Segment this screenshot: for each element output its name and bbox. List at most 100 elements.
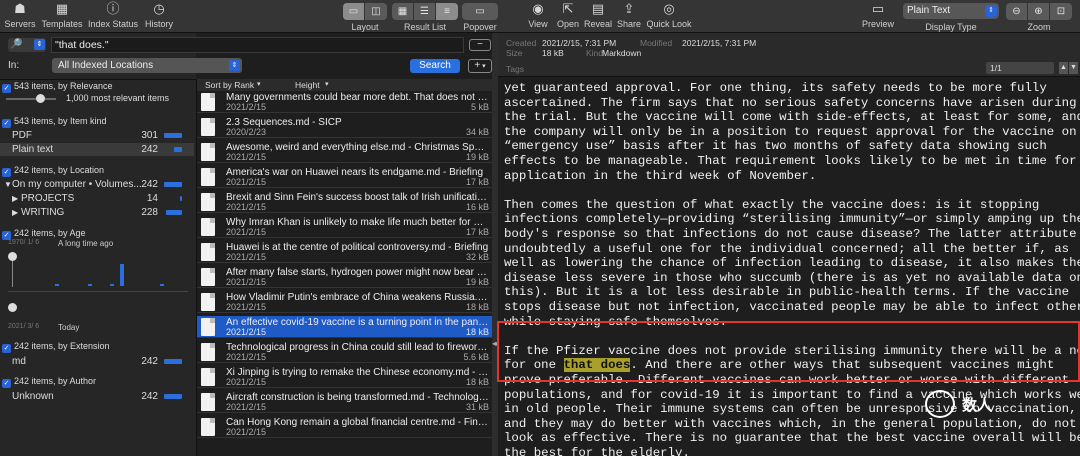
search-button[interactable]: Search bbox=[410, 59, 460, 73]
result-row[interactable]: Huawei is at the centre of political con… bbox=[197, 241, 493, 263]
result-row[interactable]: 2.3 Sequences.md - SICP 2020/2/23 34 kB bbox=[197, 116, 493, 138]
age-slider-bottom-knob[interactable] bbox=[8, 303, 17, 312]
disclosure-closed-icon[interactable]: ▶ bbox=[12, 192, 18, 205]
reveal-button[interactable]: ▤ Reveal bbox=[583, 1, 613, 29]
remove-criteria-button[interactable]: − bbox=[469, 39, 491, 51]
display-type-select[interactable]: Plain Text ⇕ bbox=[903, 3, 999, 19]
result-date: 2021/2/15 bbox=[226, 377, 267, 387]
preview-button[interactable]: ▭ Preview bbox=[860, 1, 896, 29]
zoom-fit-icon[interactable]: ⊡ bbox=[1050, 3, 1072, 20]
page-up-icon[interactable]: ▲ bbox=[1059, 62, 1068, 74]
result-row[interactable]: An effective covid-19 vaccine is a turni… bbox=[197, 316, 493, 338]
popover-button[interactable]: ▭ bbox=[462, 3, 498, 20]
templates-button[interactable]: ▦ Templates bbox=[40, 1, 84, 29]
slider-knob[interactable] bbox=[36, 94, 45, 103]
relevance-value: 1,000 most relevant items bbox=[66, 93, 170, 103]
index-status-button[interactable]: ⓘ Index Status bbox=[87, 1, 139, 29]
zoom-in-icon[interactable]: ⊕ bbox=[1028, 3, 1050, 20]
kind-row-pdf[interactable]: PDF 301 bbox=[0, 129, 194, 142]
facet-sidebar: 🔎 ⇕ "that does." − In: All Indexed Locat… bbox=[0, 33, 492, 456]
zoom-label: Zoom bbox=[1027, 22, 1051, 32]
view-button[interactable]: ◉ View bbox=[524, 1, 552, 29]
highlight-annotation-box bbox=[497, 321, 1080, 382]
result-row[interactable]: Technological progress in China could st… bbox=[197, 341, 493, 363]
result-list: Sort by Rank ▾ Height ▾ Many governments… bbox=[196, 79, 493, 456]
result-row[interactable]: Aircraft construction is being transform… bbox=[197, 391, 493, 413]
result-list-segmented[interactable]: ▦ ☰ ≡ bbox=[392, 3, 458, 20]
location-row-projects[interactable]: ▶ PROJECTS 14 bbox=[0, 192, 194, 205]
author-row-unknown[interactable]: Unknown 242 bbox=[0, 390, 194, 403]
list-view-icon[interactable]: ☰ bbox=[414, 3, 436, 20]
location-row-writing[interactable]: ▶ WRITING 228 bbox=[0, 206, 194, 219]
result-row[interactable]: Can Hong Kong remain a global financial … bbox=[197, 416, 493, 438]
rows-view-icon[interactable]: ≡ bbox=[436, 3, 458, 20]
result-row[interactable]: Brexit and Sinn Fein's success boost tal… bbox=[197, 191, 493, 213]
preview-icon: ▭ bbox=[871, 1, 885, 16]
age-range-line bbox=[12, 261, 13, 287]
height-column[interactable]: Height bbox=[295, 79, 320, 91]
result-row[interactable]: How Vladimir Putin's embrace of China we… bbox=[197, 291, 493, 313]
share-icon: ⇪ bbox=[623, 1, 635, 16]
age-slider-top-knob[interactable] bbox=[8, 252, 17, 261]
preview-line: disease less severe in those who succumb… bbox=[504, 270, 1080, 285]
checkbox-icon[interactable]: ✓ bbox=[2, 119, 11, 128]
document-preview[interactable]: yet guaranteed approval. For one thing, … bbox=[498, 77, 1080, 456]
chevron-down-icon: ▾ bbox=[257, 81, 261, 88]
disclosure-open-icon[interactable]: ▼ bbox=[4, 178, 12, 191]
toolbar: ☗ Servers ▦ Templates ⓘ Index Status ◷ Histo… bbox=[0, 0, 1080, 33]
checkbox-icon[interactable]: ✓ bbox=[2, 84, 11, 93]
document-icon bbox=[201, 268, 215, 286]
preview-line: and they may do better with vaccines whi… bbox=[504, 416, 1077, 431]
result-date: 2020/2/23 bbox=[226, 127, 267, 137]
checkbox-icon[interactable]: ✓ bbox=[2, 379, 11, 388]
count-bar bbox=[164, 394, 182, 399]
extension-facet-header[interactable]: ✓ 242 items, by Extension bbox=[2, 340, 194, 353]
open-button[interactable]: ⇱ Open bbox=[554, 1, 582, 29]
location-select[interactable]: All Indexed Locations ⇕ bbox=[52, 58, 242, 73]
created-value: 2021/2/15, 7:31 PM bbox=[542, 38, 617, 48]
zoom-out-icon[interactable]: ⊖ bbox=[1006, 3, 1028, 20]
display-type-label: Display Type bbox=[925, 22, 977, 32]
layout-single-icon[interactable]: ▭ bbox=[343, 3, 365, 20]
quick-look-button[interactable]: ◎ Quick Look bbox=[645, 1, 693, 29]
result-row[interactable]: Xi Jinping is trying to remake the Chine… bbox=[197, 366, 493, 388]
search-input[interactable]: "that does." bbox=[51, 37, 464, 53]
sort-by-rank-column[interactable]: Sort by Rank bbox=[205, 79, 254, 91]
add-criteria-button[interactable]: + ▾ bbox=[468, 59, 492, 73]
age-bottom-date: 2021/ 3/ 6 bbox=[8, 323, 40, 330]
age-bottom-label: Today bbox=[58, 323, 80, 332]
result-date: 2021/2/15 bbox=[226, 402, 267, 412]
document-icon bbox=[201, 118, 215, 136]
history-button[interactable]: ◷ History bbox=[142, 1, 176, 29]
result-row[interactable]: America's war on Huawei nears its endgam… bbox=[197, 166, 493, 188]
checkbox-icon[interactable]: ✓ bbox=[2, 344, 11, 353]
grid-view-icon[interactable]: ▦ bbox=[392, 3, 414, 20]
kind-facet-header[interactable]: ✓ 543 items, by Item kind bbox=[2, 115, 194, 128]
location-row-computer[interactable]: ▼ On my computer • Volumes... 242 bbox=[0, 178, 194, 191]
result-row[interactable]: After many false starts, hydrogen power … bbox=[197, 266, 493, 288]
popover-icon: ▭ bbox=[475, 6, 485, 17]
share-button[interactable]: ⇪ Share bbox=[615, 1, 643, 29]
relevance-slider[interactable] bbox=[6, 98, 56, 100]
location-facet-header[interactable]: ✓ 242 items, by Location bbox=[2, 164, 194, 177]
extension-row-md[interactable]: md 242 bbox=[0, 355, 194, 368]
layout-split-icon[interactable]: ◫ bbox=[365, 3, 387, 20]
zoom-segmented[interactable]: ⊖ ⊕ ⊡ bbox=[1006, 3, 1072, 20]
result-size: 19 kB bbox=[465, 152, 489, 162]
disclosure-closed-icon[interactable]: ▶ bbox=[12, 206, 18, 219]
checkbox-icon[interactable]: ✓ bbox=[2, 168, 11, 177]
result-list-header: Sort by Rank ▾ Height ▾ bbox=[197, 79, 493, 91]
preview-line: well as lowering the chance of infection… bbox=[504, 256, 1080, 271]
result-size: 18 kB bbox=[465, 302, 489, 312]
layout-segmented[interactable]: ▭ ◫ bbox=[343, 3, 387, 20]
kind-row-plain-text[interactable]: Plain text 242 bbox=[0, 143, 194, 156]
result-row[interactable]: Awesome, weird and everything else.md - … bbox=[197, 141, 493, 163]
result-row[interactable]: Many governments could bear more debt. T… bbox=[197, 91, 493, 113]
search-scope-button[interactable]: 🔎 ⇕ bbox=[8, 38, 46, 52]
page-select[interactable]: 1/1 bbox=[986, 62, 1054, 74]
author-facet-header[interactable]: ✓ 242 items, by Author bbox=[2, 375, 194, 388]
relevance-facet-header[interactable]: ✓ 543 items, by Relevance bbox=[2, 80, 194, 93]
servers-button[interactable]: ☗ Servers bbox=[4, 1, 36, 29]
result-row[interactable]: Why Imran Khan is unlikely to make life … bbox=[197, 216, 493, 238]
page-down-icon[interactable]: ▼ bbox=[1069, 62, 1078, 74]
